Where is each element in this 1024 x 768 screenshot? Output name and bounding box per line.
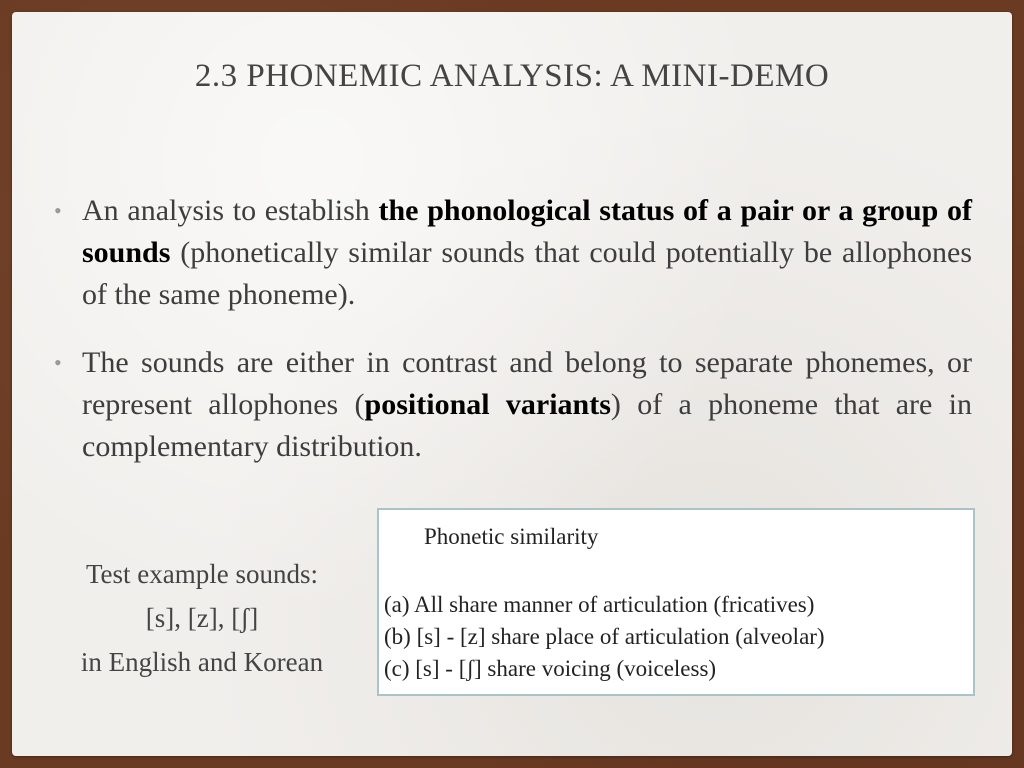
bullet-item: • An analysis to establish the phonologic…	[54, 190, 972, 316]
bullet-text: An analysis to establish	[82, 194, 379, 227]
phonetic-similarity-box: Phonetic similarity (a) All share manner…	[377, 508, 975, 696]
phonetic-similarity-title: Phonetic similarity	[424, 524, 599, 549]
list-item: (c) [s] - [ʃ] share voicing (voiceless)	[384, 656, 717, 681]
bullet-dot-icon: •	[54, 350, 62, 375]
bullet-dot-icon: •	[54, 198, 62, 223]
test-example-line: Test example sounds:	[85, 559, 319, 589]
bullet-item: • The sounds are either in contrast and b…	[54, 342, 972, 468]
test-example-text: Test example sounds: [s], [z], [ʃ] in En…	[42, 552, 362, 684]
slide: 2.3 PHONEMIC ANALYSIS: A MINI-DEMO • An a…	[12, 12, 1012, 756]
phonetic-similarity-list: (a) All share manner of articulation (fr…	[384, 589, 825, 685]
list-item: (a) All share manner of articulation (fr…	[384, 592, 815, 617]
test-example-sounds: [s], [z], [ʃ]	[145, 603, 259, 633]
bullet-bold-text: positional variants	[364, 388, 611, 421]
test-example-languages: in English and Korean	[80, 647, 324, 677]
slide-title: 2.3 PHONEMIC ANALYSIS: A MINI-DEMO	[194, 58, 830, 94]
bullet-list: • An analysis to establish the phonologic…	[54, 190, 972, 494]
list-item: (b) [s] - [z] share place of articulatio…	[384, 624, 825, 649]
bullet-text: (phonetically similar sounds that could …	[82, 236, 972, 311]
